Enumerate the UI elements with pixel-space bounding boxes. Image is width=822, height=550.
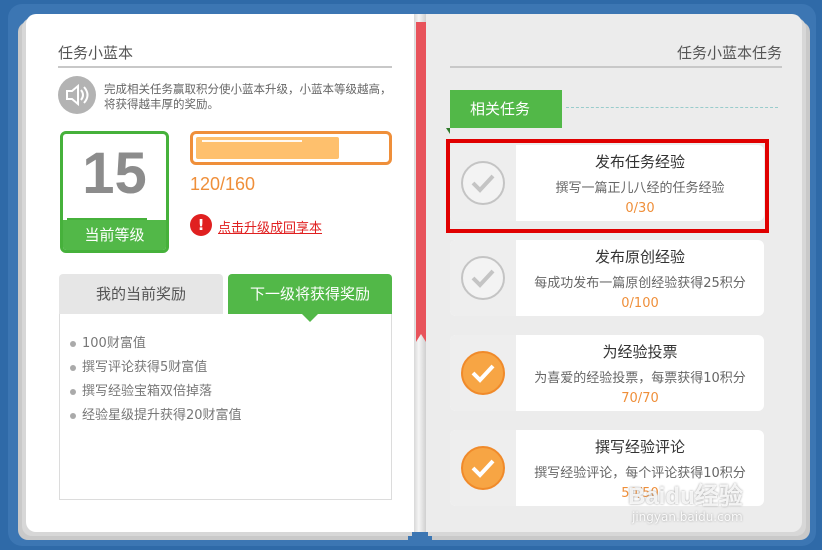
task-status [450,335,516,411]
level-label: 当前等级 [63,220,166,250]
check-icon [461,256,505,300]
divider [58,66,392,68]
reward-list: 100财富值 撰写评论获得5财富值 撰写经验宝箱双倍掉落 经验星级提升获得20财… [60,314,391,428]
task-name: 为经验投票 [602,343,678,361]
level-number: 15 [82,141,147,206]
task-name: 撰写经验评论 [594,438,685,456]
progress-text: 120/160 [190,174,256,194]
list-item: 撰写经验宝箱双倍掉落 [70,380,391,404]
task-card[interactable]: 为经验投票 为喜爱的经验投票，每票获得10积分 70/70 [450,335,764,411]
task-status [450,240,516,316]
list-item: 撰写评论获得5财富值 [70,356,391,380]
level-progress-bar [190,131,392,165]
list-item: 100财富值 [70,332,391,356]
list-item: 经验星级提升获得20财富值 [70,404,391,428]
left-page-title: 任务小蓝本 [58,44,134,62]
task-body: 为经验投票 为喜爱的经验投票，每票获得10积分 70/70 [516,335,764,411]
task-name: 发布原创经验 [594,248,685,266]
progress-fill [196,137,339,159]
check-icon [461,446,505,490]
level-badge: 15 当前等级 [60,131,169,253]
task-desc: 为喜爱的经验投票，每票获得10积分 [534,371,746,386]
watermark-url: jingyan.baidu.com [632,510,743,524]
reward-tabs: 我的当前奖励 下一级将获得奖励 [59,274,392,322]
dashed-divider [566,107,778,108]
task-progress: 0/100 [621,296,659,311]
tab-next-level-rewards[interactable]: 下一级将获得奖励 [228,274,392,322]
speaker-icon [58,76,96,114]
related-tasks-ribbon: 相关任务 [446,90,562,134]
task-card[interactable]: 发布原创经验 每成功发布一篇原创经验获得25积分 0/100 [450,240,764,316]
upgrade-link[interactable]: 点击升级成回享本 [218,217,322,236]
divider [450,66,782,68]
reward-panel: 100财富值 撰写评论获得5财富值 撰写经验宝箱双倍掉落 经验星级提升获得20财… [59,314,392,500]
task-progress: 70/70 [621,391,659,406]
watermark-logo: Baidu经验 [628,483,743,510]
task-status [450,430,516,506]
highlight-box [446,139,769,233]
bookmark-ribbon [416,22,426,342]
task-body: 发布原创经验 每成功发布一篇原创经验获得25积分 0/100 [516,240,764,316]
tab-current-rewards[interactable]: 我的当前奖励 [59,274,223,314]
task-desc: 每成功发布一篇原创经验获得25积分 [534,276,746,291]
right-page-title: 任务小蓝本任务 [676,44,782,62]
alert-icon: ! [190,214,212,236]
notice-text: 完成相关任务赢取积分使小蓝本升级，小蓝本等级越高，将获得越丰厚的奖励。 [104,82,392,111]
check-icon [461,351,505,395]
